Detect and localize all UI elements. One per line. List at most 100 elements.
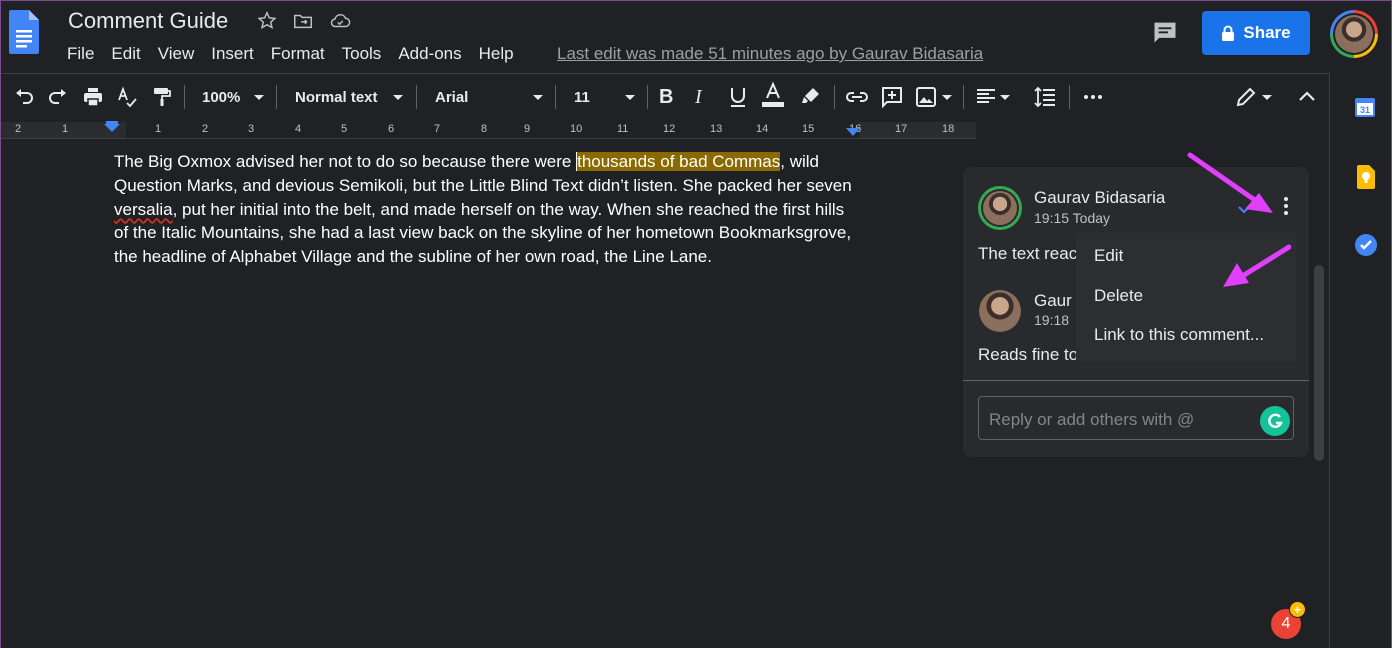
toolbar-divider bbox=[647, 85, 648, 109]
toolbar-divider bbox=[416, 85, 417, 109]
chevron-down-icon bbox=[1262, 94, 1272, 100]
highlight-color-icon[interactable] bbox=[799, 85, 823, 109]
ruler-number: 8 bbox=[481, 123, 488, 135]
commented-text[interactable]: thousands of bad Commas bbox=[576, 152, 781, 171]
scrollbar[interactable] bbox=[1314, 265, 1324, 461]
ruler-number: 2 bbox=[202, 123, 209, 135]
paint-format-icon[interactable] bbox=[150, 85, 174, 109]
bold-icon[interactable]: B bbox=[659, 85, 673, 109]
reply-timestamp: 19:18 bbox=[1034, 312, 1070, 328]
align-left-icon[interactable] bbox=[975, 85, 1010, 109]
document-title[interactable]: Comment Guide bbox=[68, 8, 228, 34]
text-color-icon[interactable] bbox=[761, 81, 785, 107]
chevron-down-icon bbox=[625, 94, 635, 100]
comment-author: Gaurav Bidasaria bbox=[1034, 188, 1166, 207]
print-icon[interactable] bbox=[81, 85, 105, 109]
editing-mode-icon[interactable] bbox=[1234, 85, 1272, 109]
reply-author: Gaur bbox=[1034, 291, 1072, 310]
menu-addons[interactable]: Add-ons bbox=[398, 43, 461, 65]
toolbar-divider bbox=[1069, 85, 1070, 109]
menu-view[interactable]: View bbox=[158, 43, 195, 65]
chevron-down-icon bbox=[254, 94, 264, 100]
ruler-number: 11 bbox=[617, 123, 629, 135]
chevron-up-icon[interactable] bbox=[1296, 85, 1318, 109]
menu-item-delete[interactable]: Delete bbox=[1094, 286, 1143, 306]
calendar-icon[interactable]: 31 bbox=[1354, 96, 1376, 123]
ruler-number: 1 bbox=[155, 123, 162, 135]
chevron-down-icon bbox=[1000, 94, 1010, 100]
ruler-number: 5 bbox=[341, 123, 348, 135]
last-edit-link[interactable]: Last edit was made 51 minutes ago by Gau… bbox=[557, 43, 983, 65]
commenter-avatar bbox=[978, 186, 1022, 230]
font-size-select[interactable]: 11 bbox=[574, 85, 635, 109]
zoom-value: 100% bbox=[202, 88, 241, 106]
cloud-saved-icon[interactable] bbox=[329, 10, 351, 32]
ruler-number: 6 bbox=[388, 123, 395, 135]
reply-placeholder: Reply or add others with @ bbox=[989, 410, 1195, 429]
zoom-select[interactable]: 100% bbox=[202, 85, 264, 109]
ruler-number: 7 bbox=[434, 123, 441, 135]
italic-icon[interactable]: I bbox=[695, 85, 702, 109]
toolbar-divider bbox=[184, 85, 185, 109]
misspelled-word[interactable]: versalia bbox=[114, 200, 173, 219]
add-comment-icon[interactable] bbox=[880, 85, 904, 109]
toolbar-divider bbox=[834, 85, 835, 109]
more-horizontal-icon[interactable] bbox=[1082, 85, 1104, 109]
account-avatar[interactable] bbox=[1330, 10, 1378, 58]
reply-author-avatar bbox=[979, 290, 1021, 332]
body-text: The Big Oxmox advised her not to do so b… bbox=[114, 152, 577, 171]
insert-image-icon[interactable] bbox=[914, 85, 952, 109]
share-button[interactable]: Share bbox=[1202, 11, 1310, 55]
right-indent-marker[interactable] bbox=[846, 128, 860, 136]
tasks-icon[interactable] bbox=[1354, 233, 1378, 262]
ruler-number: 12 bbox=[663, 123, 676, 135]
redo-icon[interactable] bbox=[46, 85, 70, 109]
body-text: , put her initial into the belt, and mad… bbox=[114, 199, 852, 267]
lock-icon bbox=[1222, 25, 1235, 41]
font-select[interactable]: Arial bbox=[435, 85, 543, 109]
chevron-down-icon bbox=[393, 94, 403, 100]
menu-format[interactable]: Format bbox=[271, 43, 325, 65]
paragraph-style-value: Normal text bbox=[295, 88, 378, 106]
ruler-number: 2 bbox=[15, 123, 22, 135]
comment-history-icon[interactable] bbox=[1151, 18, 1179, 46]
ruler-number: 17 bbox=[895, 123, 908, 135]
spellcheck-icon[interactable] bbox=[115, 85, 139, 109]
menu-item-link-comment[interactable]: Link to this comment... bbox=[1094, 325, 1264, 345]
reply-text: Reads fine to bbox=[978, 345, 1079, 364]
comment-text: The text reac bbox=[978, 244, 1078, 263]
toolbar-divider bbox=[555, 85, 556, 109]
toolbar-divider bbox=[963, 85, 964, 109]
menu-item-edit[interactable]: Edit bbox=[1094, 246, 1123, 266]
font-size-value: 11 bbox=[574, 88, 590, 106]
ruler-number: 1 bbox=[62, 123, 69, 135]
star-icon[interactable] bbox=[256, 10, 278, 32]
undo-icon[interactable] bbox=[12, 85, 36, 109]
ruler-number: 13 bbox=[710, 123, 723, 135]
insert-link-icon[interactable] bbox=[844, 85, 870, 109]
docs-logo-icon[interactable] bbox=[9, 10, 39, 54]
ruler bbox=[1, 121, 976, 139]
menu-tools[interactable]: Tools bbox=[342, 43, 382, 65]
left-indent-marker[interactable] bbox=[104, 124, 120, 132]
ruler-margin bbox=[859, 122, 976, 138]
ruler-number: 15 bbox=[802, 123, 815, 135]
menu-edit[interactable]: Edit bbox=[111, 43, 140, 65]
calendar-day: 31 bbox=[1360, 105, 1370, 115]
menu-help[interactable]: Help bbox=[479, 43, 514, 65]
document-body[interactable]: The Big Oxmox advised her not to do so b… bbox=[114, 150, 859, 269]
grammarly-icon[interactable] bbox=[1260, 406, 1290, 436]
menu-file[interactable]: File bbox=[67, 43, 94, 65]
keep-icon[interactable] bbox=[1355, 165, 1377, 194]
first-line-indent-marker[interactable] bbox=[106, 121, 118, 124]
comment-timestamp: 19:15 Today bbox=[1034, 210, 1111, 226]
ruler-number: 4 bbox=[295, 123, 302, 135]
ruler-number: 3 bbox=[248, 123, 255, 135]
chevron-down-icon bbox=[942, 94, 952, 100]
underline-icon[interactable] bbox=[728, 85, 748, 109]
menu-insert[interactable]: Insert bbox=[211, 43, 254, 65]
paragraph-style-select[interactable]: Normal text bbox=[295, 85, 403, 109]
move-folder-icon[interactable] bbox=[292, 10, 314, 32]
toolbar-divider bbox=[276, 85, 277, 109]
line-spacing-icon[interactable] bbox=[1033, 85, 1057, 109]
